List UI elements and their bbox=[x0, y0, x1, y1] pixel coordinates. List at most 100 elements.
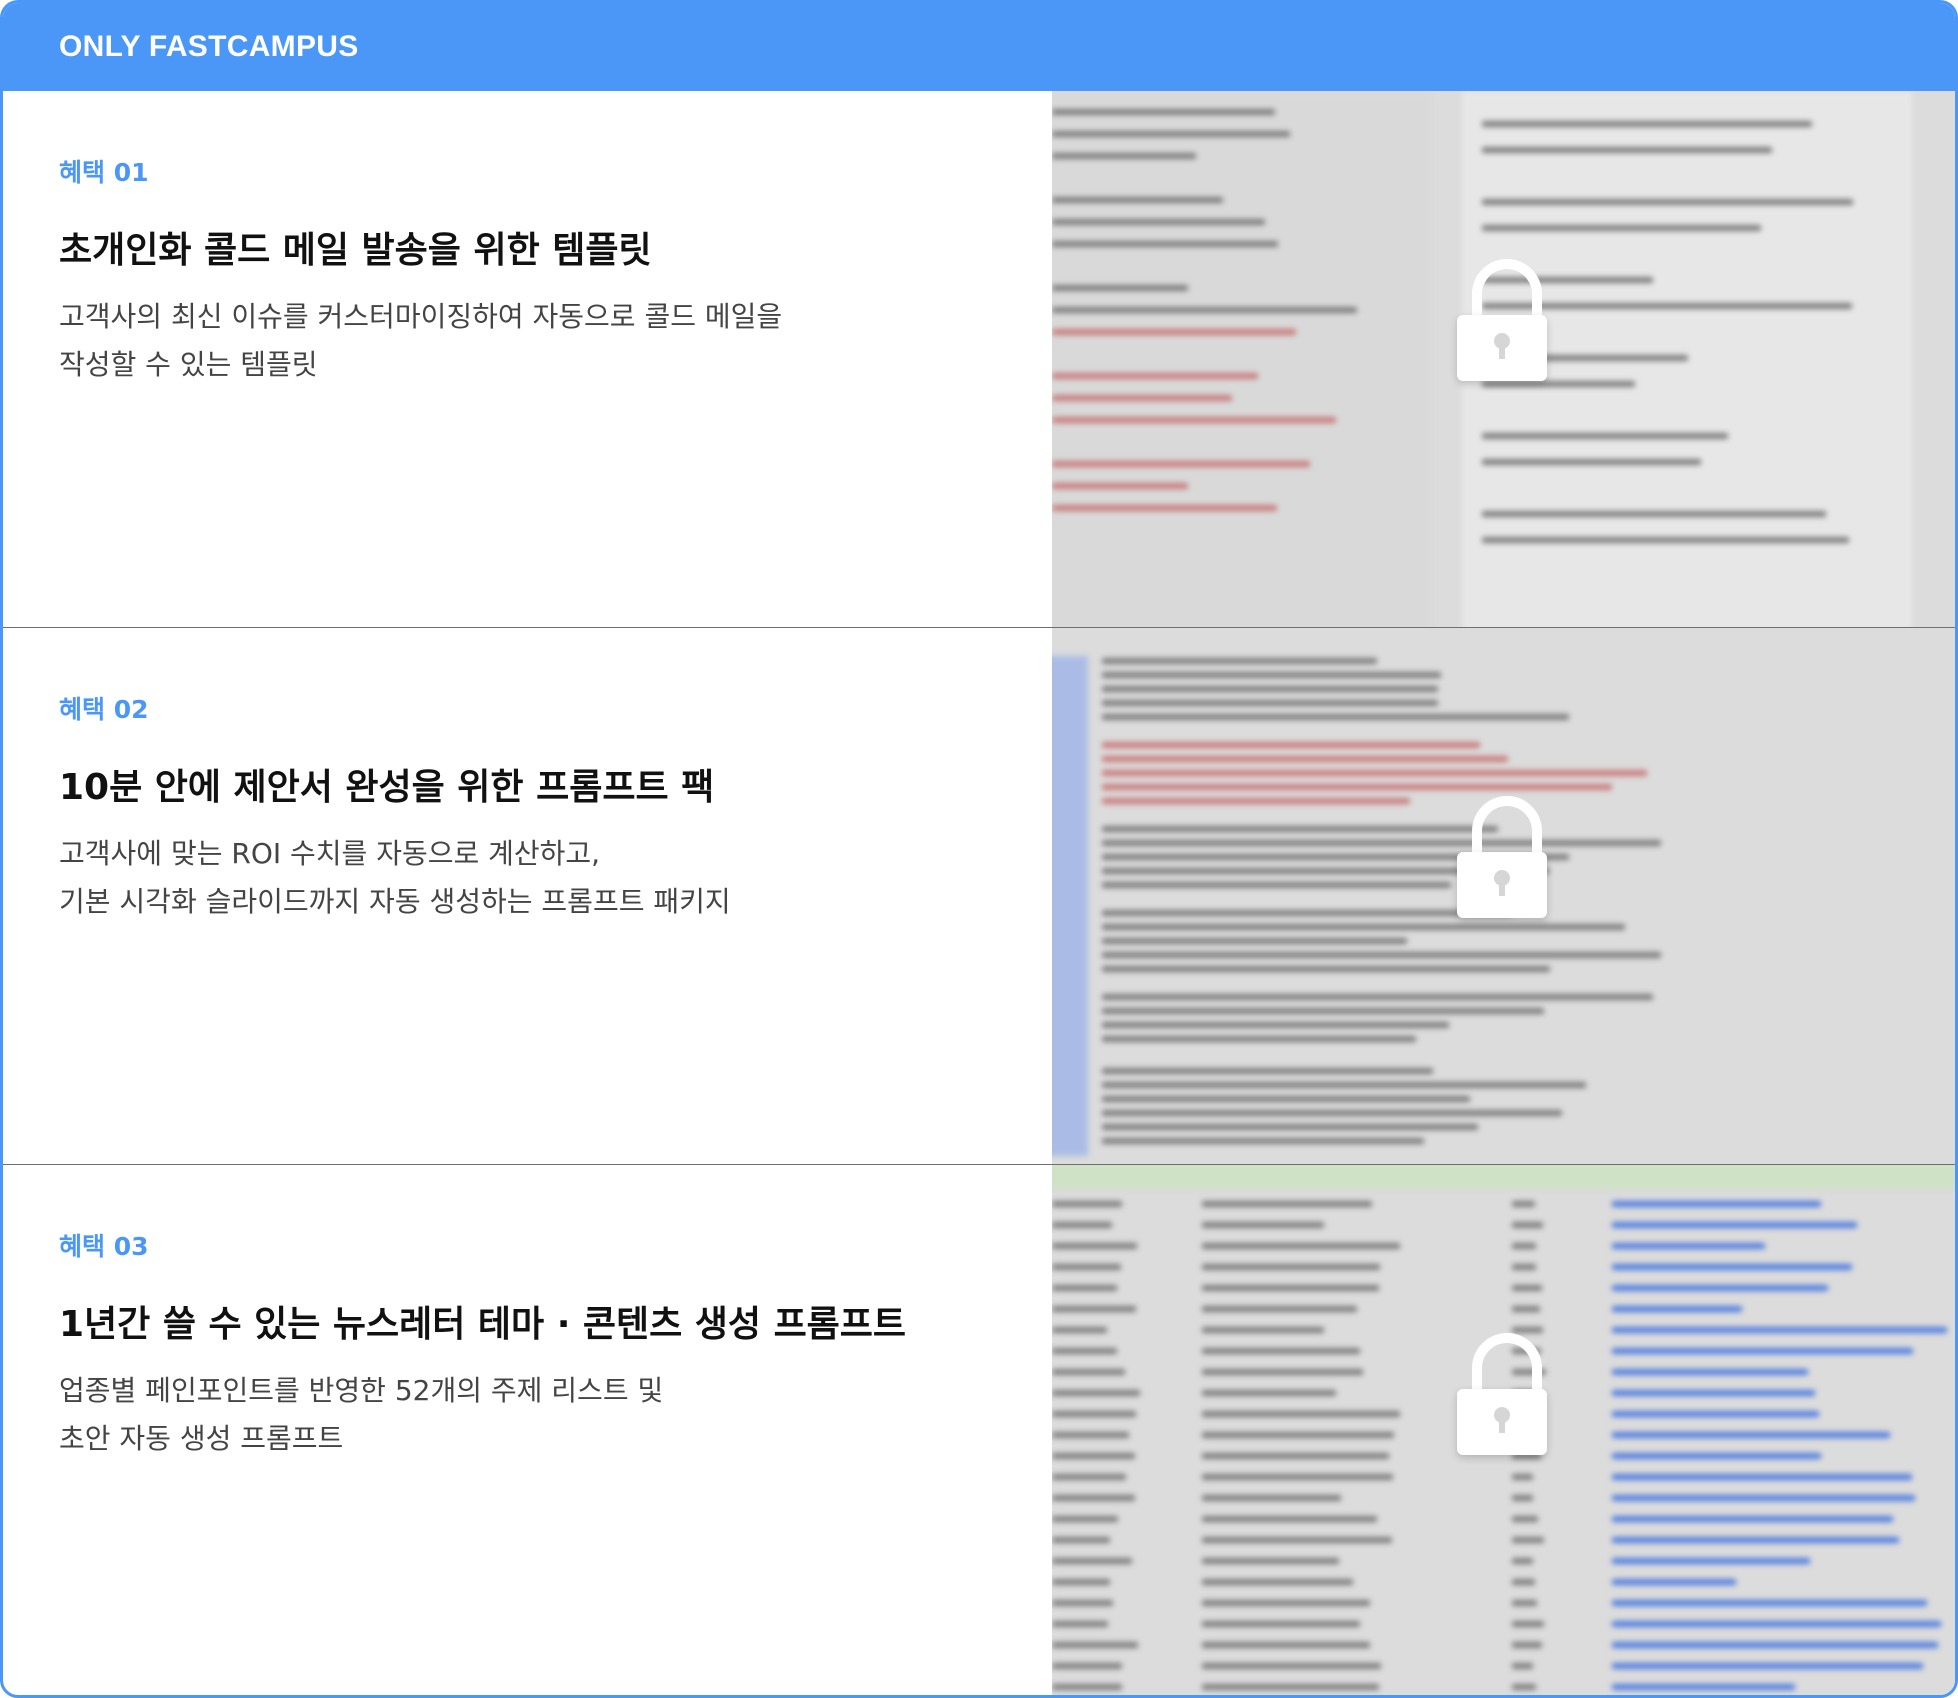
placeholder-link bbox=[1612, 1621, 1941, 1627]
description-line: 초안 자동 생성 프롬프트 bbox=[59, 1422, 344, 1455]
placeholder-cell bbox=[1052, 1684, 1122, 1690]
placeholder-link bbox=[1612, 1537, 1899, 1543]
placeholder-line bbox=[1102, 1138, 1424, 1144]
placeholder-cell bbox=[1052, 1516, 1118, 1522]
placeholder-cell bbox=[1202, 1600, 1370, 1606]
placeholder-cell bbox=[1202, 1663, 1381, 1669]
placeholder-link bbox=[1612, 1243, 1765, 1249]
placeholder-cell bbox=[1202, 1222, 1324, 1228]
placeholder-link bbox=[1612, 1453, 1821, 1459]
placeholder-cell bbox=[1202, 1264, 1380, 1270]
placeholder-line bbox=[1482, 433, 1728, 439]
placeholder-link bbox=[1612, 1327, 1947, 1333]
placeholder-line bbox=[1482, 381, 1635, 387]
benefit-description: 업종별 페인포인트를 반영한 52개의 주제 리스트 및 초안 자동 생성 프롬… bbox=[59, 1367, 663, 1463]
placeholder-cell bbox=[1512, 1684, 1536, 1690]
placeholder-cell bbox=[1202, 1453, 1389, 1459]
placeholder-cell bbox=[1512, 1285, 1542, 1291]
placeholder-line bbox=[1052, 241, 1278, 247]
placeholder-line bbox=[1102, 1036, 1416, 1042]
placeholder-link bbox=[1612, 1558, 1810, 1564]
placeholder-line bbox=[1052, 373, 1258, 379]
benefit-description: 고객사에 맞는 ROI 수치를 자동으로 계산하고, 기본 시각화 슬라이드까지… bbox=[59, 830, 731, 926]
placeholder-line bbox=[1052, 417, 1336, 423]
placeholder-cell bbox=[1512, 1537, 1544, 1543]
benefit-row-1: 혜택 01 초개인화 콜드 메일 발송을 위한 템플릿 고객사의 최신 이슈를 … bbox=[3, 91, 1955, 627]
placeholder-cell bbox=[1202, 1285, 1379, 1291]
description-line: 작성할 수 있는 템플릿 bbox=[59, 348, 318, 381]
benefit-text-2: 혜택 02 10분 안에 제안서 완성을 위한 프롬프트 팩 고객사에 맞는 R… bbox=[59, 628, 1019, 1164]
placeholder-line bbox=[1102, 882, 1451, 888]
placeholder-line bbox=[1052, 219, 1265, 225]
placeholder-link bbox=[1612, 1285, 1828, 1291]
placeholder-line bbox=[1102, 966, 1550, 972]
placeholder-line bbox=[1102, 1008, 1544, 1014]
benefit-title: 10분 안에 제안서 완성을 위한 프롬프트 팩 bbox=[59, 767, 715, 808]
description-line: 기본 시각화 슬라이드까지 자동 생성하는 프롬프트 패키지 bbox=[59, 885, 731, 918]
placeholder-cell bbox=[1512, 1243, 1536, 1249]
placeholder-line bbox=[1482, 121, 1812, 127]
placeholder-cell bbox=[1202, 1390, 1336, 1396]
locked-preview-3 bbox=[1052, 1165, 1955, 1695]
placeholder-cell bbox=[1512, 1600, 1537, 1606]
benefit-text-3: 혜택 03 1년간 쓸 수 있는 뉴스레터 테마 · 콘텐츠 생성 프롬프트 업… bbox=[59, 1165, 1019, 1695]
card-header: ONLY FASTCAMPUS bbox=[3, 3, 1955, 91]
placeholder-line bbox=[1102, 994, 1653, 1000]
placeholder-cell bbox=[1512, 1558, 1533, 1564]
placeholder-line bbox=[1102, 840, 1661, 846]
locked-preview-2 bbox=[1052, 628, 1955, 1164]
benefit-badge: 혜택 01 bbox=[59, 158, 149, 187]
placeholder-line bbox=[1052, 505, 1277, 511]
placeholder-line bbox=[1482, 459, 1701, 465]
placeholder-cell bbox=[1202, 1516, 1377, 1522]
benefits-card: ONLY FASTCAMPUS 혜택 01 초개인화 콜드 메일 발송을 위한 … bbox=[0, 0, 1958, 1698]
lock-icon bbox=[1457, 796, 1553, 918]
placeholder-line bbox=[1052, 285, 1188, 291]
placeholder-cell bbox=[1052, 1453, 1135, 1459]
placeholder-line bbox=[1052, 197, 1223, 203]
placeholder-cell bbox=[1202, 1579, 1353, 1585]
placeholder-line bbox=[1482, 199, 1853, 205]
placeholder-cell bbox=[1202, 1201, 1372, 1207]
placeholder-cell bbox=[1512, 1516, 1538, 1522]
placeholder-cell bbox=[1512, 1306, 1540, 1312]
description-line: 고객사의 최신 이슈를 커스터마이징하여 자동으로 콜드 메일을 bbox=[59, 300, 783, 333]
description-line: 업종별 페인포인트를 반영한 52개의 주제 리스트 및 bbox=[59, 1374, 664, 1407]
placeholder-cell bbox=[1052, 1369, 1125, 1375]
placeholder-line bbox=[1052, 109, 1275, 115]
placeholder-cell bbox=[1052, 1264, 1121, 1270]
placeholder-cell bbox=[1052, 1348, 1117, 1354]
placeholder-cell bbox=[1052, 1600, 1113, 1606]
placeholder-cell bbox=[1512, 1264, 1536, 1270]
placeholder-cell bbox=[1202, 1432, 1394, 1438]
placeholder-line bbox=[1052, 153, 1196, 159]
placeholder-line bbox=[1052, 461, 1310, 467]
placeholder-cell bbox=[1512, 1663, 1533, 1669]
placeholder-link bbox=[1612, 1474, 1912, 1480]
benefit-badge: 혜택 02 bbox=[59, 695, 149, 724]
placeholder-line bbox=[1102, 924, 1625, 930]
placeholder-link bbox=[1612, 1306, 1742, 1312]
placeholder-line bbox=[1102, 1022, 1449, 1028]
placeholder-cell bbox=[1202, 1684, 1379, 1690]
benefit-row-3: 혜택 03 1년간 쓸 수 있는 뉴스레터 테마 · 콘텐츠 생성 프롬프트 업… bbox=[3, 1165, 1955, 1695]
placeholder-line bbox=[1102, 938, 1407, 944]
placeholder-cell bbox=[1202, 1327, 1324, 1333]
placeholder-line bbox=[1102, 910, 1512, 916]
placeholder-link bbox=[1612, 1432, 1890, 1438]
placeholder-line bbox=[1102, 658, 1377, 664]
placeholder-link bbox=[1612, 1348, 1913, 1354]
placeholder-line bbox=[1102, 784, 1612, 790]
placeholder-line bbox=[1102, 1124, 1478, 1130]
placeholder-cell bbox=[1512, 1579, 1535, 1585]
placeholder-cell bbox=[1202, 1621, 1360, 1627]
benefit-description: 고객사의 최신 이슈를 커스터마이징하여 자동으로 콜드 메일을 작성할 수 있… bbox=[59, 293, 782, 389]
placeholder-cell bbox=[1202, 1348, 1360, 1354]
benefit-title: 1년간 쓸 수 있는 뉴스레터 테마 · 콘텐츠 생성 프롬프트 bbox=[59, 1304, 907, 1345]
placeholder-link bbox=[1612, 1264, 1852, 1270]
placeholder-cell bbox=[1052, 1201, 1122, 1207]
locked-preview-1 bbox=[1052, 91, 1955, 627]
placeholder-line bbox=[1482, 225, 1761, 231]
placeholder-cell bbox=[1512, 1201, 1535, 1207]
benefit-row-2: 혜택 02 10분 안에 제안서 완성을 위한 프롬프트 팩 고객사에 맞는 R… bbox=[3, 628, 1955, 1164]
